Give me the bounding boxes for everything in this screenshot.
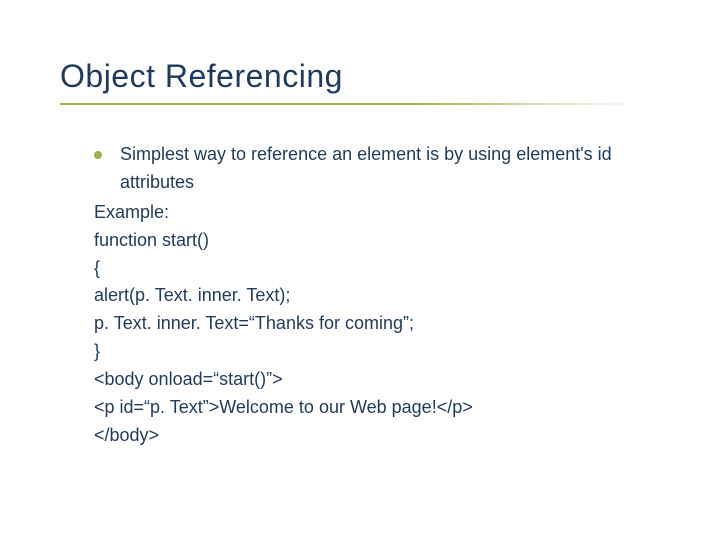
slide-title: Object Referencing	[60, 58, 660, 95]
code-line: {	[94, 255, 660, 283]
code-line: Example:	[94, 199, 660, 227]
code-line: </body>	[94, 422, 660, 450]
code-line: <body onload=“start()”>	[94, 366, 660, 394]
slide: Object Referencing Simplest way to refer…	[0, 0, 720, 490]
slide-content: Simplest way to reference an element is …	[60, 141, 660, 450]
code-line: function start()	[94, 227, 660, 255]
code-line: alert(p. Text. inner. Text);	[94, 282, 660, 310]
title-underline	[60, 103, 640, 105]
code-line: <p id=“p. Text”>Welcome to our Web page!…	[94, 394, 660, 422]
bullet-icon	[94, 151, 102, 159]
code-line: }	[94, 338, 660, 366]
bullet-item: Simplest way to reference an element is …	[94, 141, 660, 197]
code-line: p. Text. inner. Text=“Thanks for coming”…	[94, 310, 660, 338]
bullet-text: Simplest way to reference an element is …	[120, 141, 660, 197]
